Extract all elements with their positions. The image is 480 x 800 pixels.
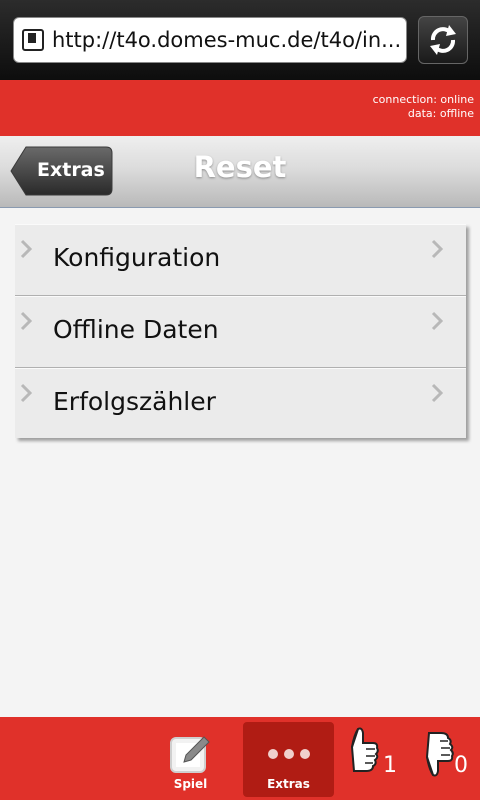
status-bar: connection: online data: offline <box>0 80 480 136</box>
edit-icon <box>169 736 210 773</box>
chevron-right-icon <box>431 311 444 331</box>
list-item-offline-daten[interactable]: Offline Daten <box>15 296 466 368</box>
list-item-erfolgszaehler[interactable]: Erfolgszähler <box>15 368 466 438</box>
list-item-konfiguration[interactable]: Konfiguration <box>15 224 466 296</box>
url-field[interactable]: http://t4o.domes-muc.de/t4o/in... <box>13 17 407 63</box>
browser-url-bar: http://t4o.domes-muc.de/t4o/in... <box>0 0 480 80</box>
chevron-right-icon <box>20 239 33 259</box>
connection-status: connection: online <box>372 93 474 106</box>
chevron-right-icon <box>20 383 33 403</box>
thumbs-down-count: 0 <box>454 753 468 778</box>
bottom-toolbar: Spiel Extras <box>0 717 480 800</box>
url-text: http://t4o.domes-muc.de/t4o/in... <box>52 28 402 52</box>
tab-extras[interactable]: Extras <box>243 722 334 797</box>
tab-extras-label: Extras <box>267 777 310 791</box>
reload-icon <box>430 25 456 55</box>
more-icon <box>267 749 310 759</box>
thumbs-up-icon <box>350 727 379 772</box>
list-item-label: Konfiguration <box>53 243 221 272</box>
page-title: Reset <box>193 150 287 184</box>
chevron-right-icon <box>431 383 444 403</box>
data-status: data: offline <box>407 107 474 120</box>
thumbs-down-icon <box>425 732 454 777</box>
chevron-right-icon <box>431 239 444 259</box>
page-header: Extras Reset <box>0 136 480 208</box>
reload-button[interactable] <box>418 16 468 64</box>
list-item-label: Offline Daten <box>53 315 219 344</box>
thumbs-up-count: 1 <box>383 753 397 778</box>
page-icon <box>22 29 44 51</box>
reset-menu-list: Konfiguration Offline Daten Erfolgszähle… <box>15 224 466 438</box>
tab-spiel[interactable]: Spiel <box>145 722 236 797</box>
chevron-right-icon <box>20 311 33 331</box>
list-item-label: Erfolgszähler <box>53 387 216 416</box>
tab-spiel-label: Spiel <box>173 777 208 791</box>
